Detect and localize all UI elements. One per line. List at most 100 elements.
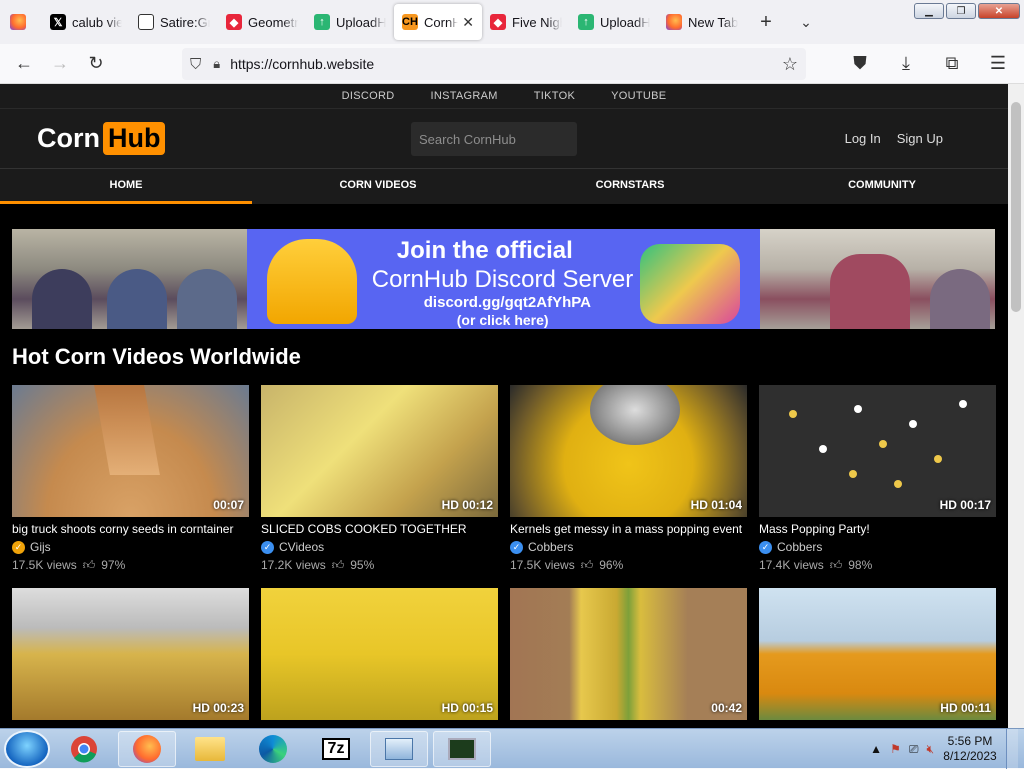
banner-invite-link[interactable]: discord.gg/gqt2AfYhPA xyxy=(424,294,591,311)
video-card[interactable]: HD 00:17 Mass Popping Party! ✓ Cobbers 1… xyxy=(759,385,996,574)
social-link-instagram[interactable]: INSTAGRAM xyxy=(430,90,497,102)
extensions-icon[interactable]: ⧉ xyxy=(934,48,970,80)
banner-discord-panel[interactable]: Join the official CornHub Discord Server… xyxy=(246,229,761,329)
tab-uploadha-2[interactable]: ↑ UploadHa xyxy=(570,4,658,40)
volume-muted-icon[interactable]: 🔇︎ xyxy=(926,742,934,757)
nav-home[interactable]: HOME xyxy=(0,169,252,204)
social-link-youtube[interactable]: YOUTUBE xyxy=(611,90,666,102)
video-card[interactable]: 00:07 big truck shoots corny seeds in co… xyxy=(12,385,249,574)
banner-click-here[interactable]: (or click here) xyxy=(457,312,549,328)
tab-title: CornH xyxy=(424,14,459,30)
pocket-icon[interactable]: ⛊ xyxy=(842,48,878,80)
video-title[interactable]: Mass Popping Party! xyxy=(759,520,996,538)
video-title[interactable]: Kernels get messy in a mass popping even… xyxy=(510,520,747,538)
folder-icon xyxy=(195,736,225,761)
video-card[interactable]: HD 00:23 xyxy=(12,588,249,720)
search-input[interactable] xyxy=(411,122,577,156)
bookmark-star-icon[interactable]: ☆ xyxy=(782,54,798,75)
page-scrollbar[interactable] xyxy=(1008,84,1024,728)
social-link-discord[interactable]: DISCORD xyxy=(342,90,395,102)
video-duration: HD 00:17 xyxy=(939,498,991,512)
video-card[interactable]: HD 00:15 xyxy=(261,588,498,720)
video-card[interactable]: HD 00:11 xyxy=(759,588,996,720)
social-links-bar: DISCORD INSTAGRAM TIKTOK YOUTUBE xyxy=(0,84,1008,108)
show-hidden-icons[interactable]: ▲ xyxy=(870,742,882,756)
firefox-taskbar-icon[interactable] xyxy=(118,730,176,767)
corn-stream-image xyxy=(94,385,160,475)
maximize-button[interactable]: ❐ xyxy=(946,3,976,19)
video-thumbnail[interactable]: HD 00:23 xyxy=(12,588,249,720)
channel-name[interactable]: Gijs xyxy=(30,538,51,556)
channel-name[interactable]: Cobbers xyxy=(528,538,573,556)
tab-satire[interactable]: Satire:Gra xyxy=(130,4,218,40)
video-channel[interactable]: ✓ Gijs xyxy=(12,538,249,556)
control-panel-icon[interactable] xyxy=(370,730,428,767)
download-icon[interactable]: ⤓ xyxy=(888,48,924,80)
login-link[interactable]: Log In xyxy=(845,131,881,146)
video-duration: HD 00:11 xyxy=(940,701,991,715)
forward-arrow-icon[interactable]: → xyxy=(42,48,78,80)
menu-icon[interactable]: ☰ xyxy=(980,48,1016,80)
channel-name[interactable]: CVideos xyxy=(279,538,324,556)
close-tab-icon[interactable]: ✕ xyxy=(462,14,474,31)
new-tab-button[interactable]: + xyxy=(746,11,786,34)
nav-cornstars[interactable]: CORNSTARS xyxy=(504,169,756,204)
popcorn-kernel xyxy=(789,410,797,418)
tab-calub[interactable]: 𝕏 calub vie xyxy=(42,4,130,40)
discord-banner[interactable]: Join the official CornHub Discord Server… xyxy=(12,229,996,329)
close-window-button[interactable]: ✕ xyxy=(978,3,1020,19)
tab-title: Geometry xyxy=(248,14,298,30)
minimize-button[interactable]: ▁ xyxy=(914,3,944,19)
channel-name[interactable]: Cobbers xyxy=(777,538,822,556)
edge-icon[interactable] xyxy=(244,731,302,767)
auth-links: Log In Sign Up xyxy=(845,131,943,146)
lock-icon[interactable]: 🔒︎ xyxy=(213,56,220,72)
view-count: 17.5K views xyxy=(12,558,77,572)
video-channel[interactable]: ✓ Cobbers xyxy=(510,538,747,556)
signup-link[interactable]: Sign Up xyxy=(897,131,943,146)
video-card[interactable]: 00:42 xyxy=(510,588,747,720)
clock[interactable]: 5:56 PM 8/12/2023 xyxy=(942,734,998,764)
reload-icon[interactable]: ↻ xyxy=(78,48,114,80)
address-bar[interactable]: ⛉ 🔒︎ https://cornhub.website ☆ xyxy=(182,48,806,80)
back-arrow-icon[interactable]: ← xyxy=(6,48,42,80)
tab-firefox-view[interactable] xyxy=(0,4,42,40)
video-thumbnail[interactable]: 00:42 xyxy=(510,588,747,720)
video-title[interactable]: big truck shoots corny seeds in corntain… xyxy=(12,520,249,538)
video-thumbnail[interactable]: 00:07 xyxy=(12,385,249,517)
seven-zip-icon[interactable]: 7z xyxy=(307,731,365,767)
video-stats: 17.5K views 👍︎ 97% xyxy=(12,556,249,574)
url-text[interactable]: https://cornhub.website xyxy=(230,56,374,72)
tab-uploadha-1[interactable]: ↑ UploadHa xyxy=(306,4,394,40)
tab-geometry[interactable]: ◆ Geometry xyxy=(218,4,306,40)
video-thumbnail[interactable]: HD 00:11 xyxy=(759,588,996,720)
video-card[interactable]: HD 01:04 Kernels get messy in a mass pop… xyxy=(510,385,747,574)
video-channel[interactable]: ✓ Cobbers xyxy=(759,538,996,556)
nav-community[interactable]: COMMUNITY xyxy=(756,169,1008,204)
video-card[interactable]: HD 00:12 SLICED COBS COOKED TOGETHER ✓ C… xyxy=(261,385,498,574)
task-manager-icon[interactable] xyxy=(433,730,491,767)
tab-cornhub[interactable]: CH CornH ✕ xyxy=(394,4,482,40)
action-center-icon[interactable]: ⚑ xyxy=(890,742,901,756)
video-thumbnail[interactable]: HD 00:15 xyxy=(261,588,498,720)
site-logo[interactable]: Corn Hub xyxy=(37,122,166,155)
file-explorer-icon[interactable] xyxy=(181,731,239,767)
tab-new-tab[interactable]: New Tab xyxy=(658,4,746,40)
video-title[interactable]: SLICED COBS COOKED TOGETHER xyxy=(261,520,498,538)
video-channel[interactable]: ✓ CVideos xyxy=(261,538,498,556)
network-icon[interactable]: ⎚ xyxy=(909,742,919,757)
social-link-tiktok[interactable]: TIKTOK xyxy=(534,90,575,102)
tab-five-nights[interactable]: ◆ Five Nigh xyxy=(482,4,570,40)
rating: 98% xyxy=(848,558,873,572)
system-tray: ▲ ⚑ ⎚ 🔇︎ 5:56 PM 8/12/2023 xyxy=(870,729,1024,769)
video-thumbnail[interactable]: HD 00:12 xyxy=(261,385,498,517)
scrollbar-thumb[interactable] xyxy=(1011,102,1021,312)
list-all-tabs-icon[interactable]: ⌄ xyxy=(786,14,826,31)
nav-corn-videos[interactable]: CORN VIDEOS xyxy=(252,169,504,204)
chrome-icon[interactable] xyxy=(55,731,113,767)
start-button[interactable] xyxy=(4,729,50,768)
show-desktop-button[interactable] xyxy=(1006,729,1018,769)
video-thumbnail[interactable]: HD 00:17 xyxy=(759,385,996,517)
shield-icon[interactable]: ⛉ xyxy=(190,56,201,73)
video-thumbnail[interactable]: HD 01:04 xyxy=(510,385,747,517)
